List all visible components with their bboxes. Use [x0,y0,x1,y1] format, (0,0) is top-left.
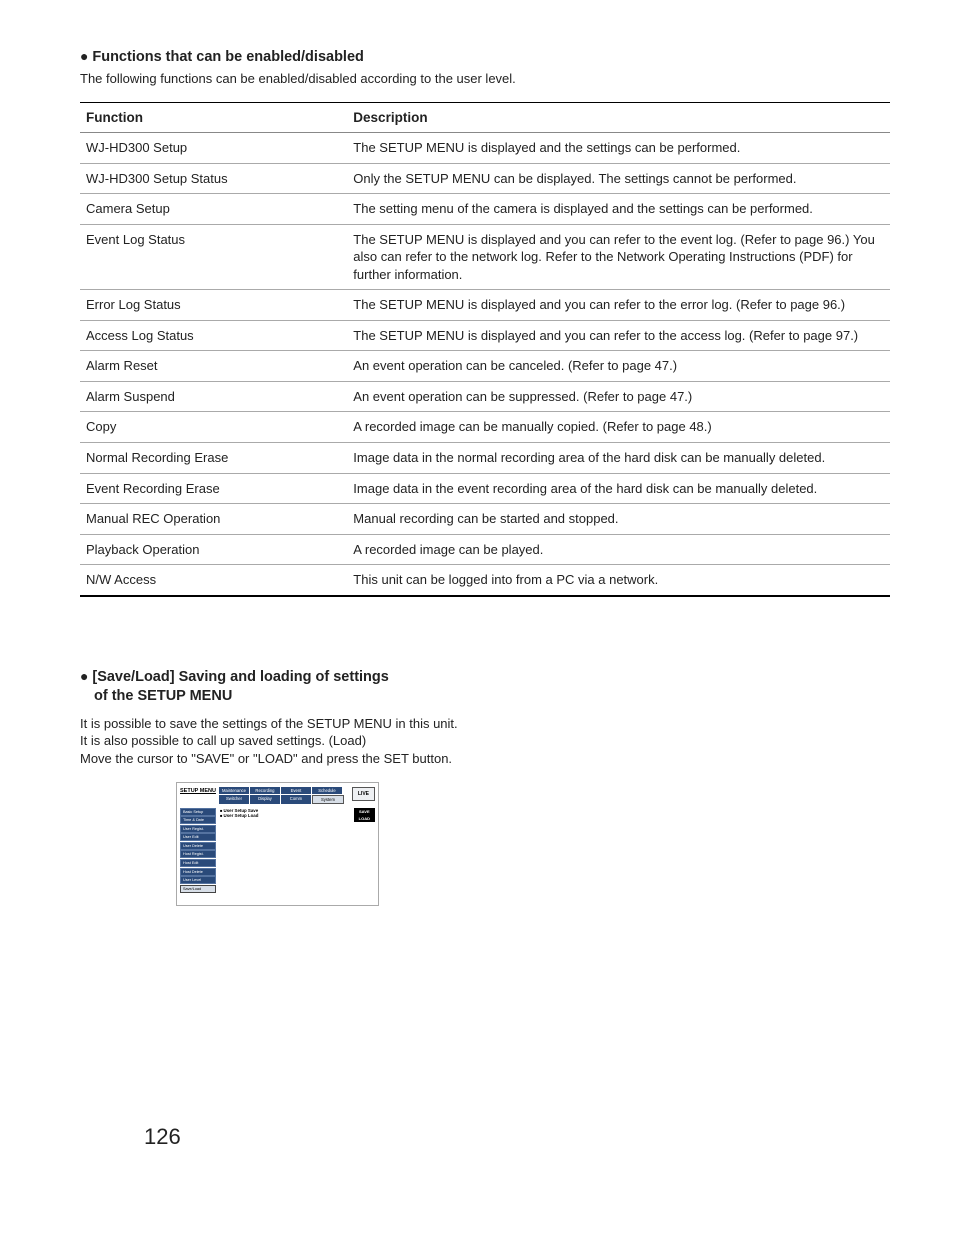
tab: Event [281,787,311,794]
table-row: Alarm ResetAn event operation can be can… [80,351,890,382]
live-button: LIVE [352,787,375,801]
sidebar-item: User Delete [180,842,216,850]
functions-table: Function Description WJ-HD300 SetupThe S… [80,102,890,597]
col-header-function: Function [80,103,347,133]
section-intro: The following functions can be enabled/d… [80,71,890,86]
sidebar-item: User Level [180,876,216,884]
load-button: LOAD [354,815,375,822]
tab: Recording [250,787,280,794]
table-row: WJ-HD300 Setup StatusOnly the SETUP MENU… [80,163,890,194]
section-heading-functions: Functions that can be enabled/disabled [80,48,890,65]
sidebar-item: User Edit [180,833,216,841]
tab: Schedule [312,787,342,794]
save-button: SAVE [354,808,375,815]
sidebar-item-selected: Save/Load [180,885,216,893]
sidebar-item: User Regist. [180,825,216,833]
tab: Maintenance [219,787,249,794]
sidebar-item: Host Edit [180,859,216,867]
table-row: CopyA recorded image can be manually cop… [80,412,890,443]
sidebar-item: Time & Date [180,816,216,824]
table-row: Event Log StatusThe SETUP MENU is displa… [80,224,890,290]
screenshot-title: SETUP MENU [180,787,216,794]
sidebar-item: Host Delete [180,868,216,876]
table-row: Playback OperationA recorded image can b… [80,534,890,565]
tab: Display [250,795,280,804]
tab-active: System [312,795,344,804]
sidebar-item: Host Regist. [180,850,216,858]
col-header-description: Description [347,103,890,133]
table-row: Event Recording EraseImage data in the e… [80,473,890,504]
table-row: Manual REC OperationManual recording can… [80,504,890,535]
table-row: Access Log StatusThe SETUP MENU is displ… [80,320,890,351]
table-row: Error Log StatusThe SETUP MENU is displa… [80,290,890,321]
table-row: WJ-HD300 SetupThe SETUP MENU is displaye… [80,133,890,164]
tab: Comm [281,795,311,804]
sidebar-item: Basic Setup [180,808,216,816]
table-row: N/W AccessThis unit can be logged into f… [80,565,890,596]
option-load: User Setup Load [220,813,350,818]
table-row: Alarm SuspendAn event operation can be s… [80,381,890,412]
tab: Switcher [219,795,249,804]
section-body: It is possible to save the settings of t… [80,715,475,768]
page-number: 126 [144,1124,181,1150]
section-heading-save-load: [Save/Load] Saving and loading of settin… [80,667,475,707]
table-row: Camera SetupThe setting menu of the came… [80,194,890,225]
screenshot-setup-menu: SETUP MENU Maintenance Recording Event S… [176,782,379,906]
table-row: Normal Recording EraseImage data in the … [80,443,890,474]
